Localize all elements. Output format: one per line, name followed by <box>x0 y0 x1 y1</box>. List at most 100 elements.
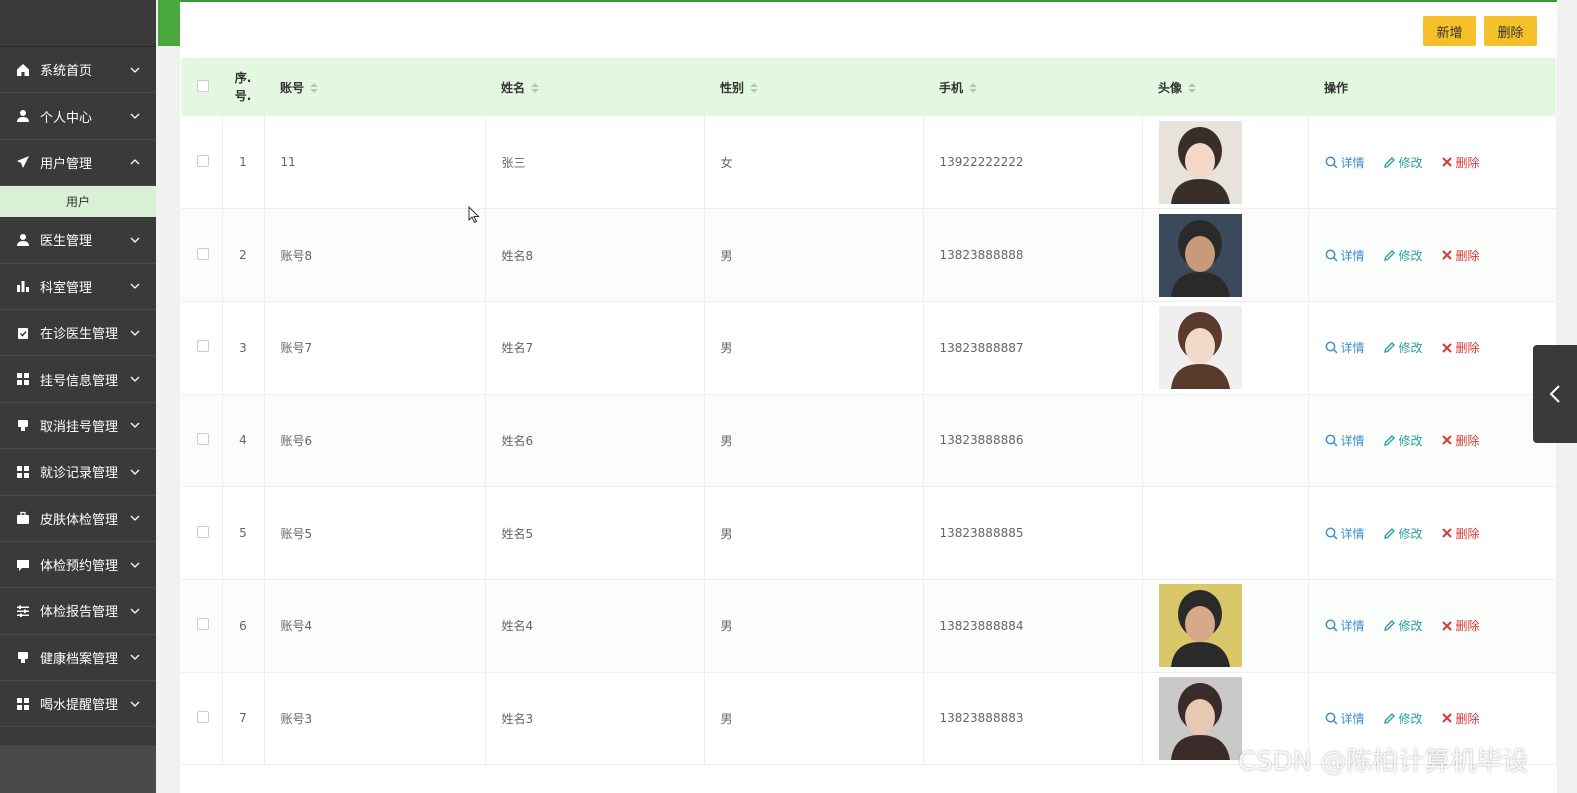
row-avatar-cell <box>1142 579 1309 673</box>
row-checkbox[interactable] <box>197 710 209 723</box>
header-account[interactable]: 账号 <box>264 58 485 116</box>
delete-button[interactable]: 删除 <box>1441 617 1480 634</box>
row-name: 姓名7 <box>485 301 705 395</box>
delete-button[interactable]: 删除 <box>1441 432 1480 449</box>
detail-button[interactable]: 详情 <box>1325 525 1365 542</box>
sidebar-item-8[interactable]: 就诊记录管理 <box>0 449 156 496</box>
row-checkbox[interactable] <box>197 525 209 538</box>
delete-label: 删除 <box>1455 433 1480 448</box>
close-icon <box>1441 157 1452 167</box>
edit-button[interactable]: 修改 <box>1383 339 1423 356</box>
row-index: 4 <box>222 394 265 488</box>
sidebar-item-9[interactable]: 皮肤体检管理 <box>0 496 156 542</box>
top-accent-bar <box>158 0 180 46</box>
detail-button[interactable]: 详情 <box>1325 154 1365 171</box>
header-name-label: 姓名 <box>501 80 526 95</box>
row-checkbox[interactable] <box>197 618 209 631</box>
avatar[interactable] <box>1158 120 1242 204</box>
row-actions: 详情 修改 删除 <box>1308 208 1557 302</box>
delete-button[interactable]: 删除 <box>1441 710 1480 727</box>
sidebar-item-6[interactable]: 挂号信息管理 <box>0 356 156 403</box>
header-phone-label: 手机 <box>939 80 964 95</box>
row-checkbox[interactable] <box>197 340 209 353</box>
chevron-down-icon <box>130 515 140 522</box>
row-index: 5 <box>222 486 265 580</box>
chevron-up-icon <box>130 159 140 165</box>
avatar[interactable] <box>1158 584 1242 668</box>
header-phone[interactable]: 手机 <box>923 58 1142 116</box>
edit-button[interactable]: 修改 <box>1383 247 1423 264</box>
sidebar-item-label: 体检报告管理 <box>40 605 119 621</box>
sidebar-item-2[interactable]: 用户管理 <box>0 140 156 187</box>
avatar[interactable] <box>1158 676 1242 760</box>
row-gender: 男 <box>704 394 924 488</box>
sidebar-item-label: 就诊记录管理 <box>40 466 119 482</box>
batch-delete-button[interactable]: 删除 <box>1484 16 1537 46</box>
header-name[interactable]: 姓名 <box>485 58 704 116</box>
sort-icon[interactable] <box>531 83 540 93</box>
user-icon <box>17 233 29 246</box>
sliders-icon <box>17 605 29 617</box>
detail-button[interactable]: 详情 <box>1325 710 1365 727</box>
collapse-panel-tab[interactable] <box>1533 345 1577 443</box>
row-actions: 详情 修改 删除 <box>1308 301 1557 395</box>
edit-button[interactable]: 修改 <box>1383 525 1423 542</box>
sort-icon[interactable] <box>1188 83 1197 93</box>
sidebar-item-7[interactable]: 取消挂号管理 <box>0 403 156 450</box>
delete-button[interactable]: 删除 <box>1441 525 1480 542</box>
row-checkbox[interactable] <box>197 247 209 260</box>
row-account: 账号7 <box>264 301 486 395</box>
detail-button[interactable]: 详情 <box>1325 247 1365 264</box>
grid-icon <box>17 373 29 386</box>
sidebar-item-1[interactable]: 个人中心 <box>0 93 156 140</box>
edit-button[interactable]: 修改 <box>1383 432 1423 449</box>
sidebar-item-3[interactable]: 医生管理 <box>0 217 156 264</box>
edit-label: 修改 <box>1398 341 1423 356</box>
pencil-icon <box>1383 527 1395 539</box>
pencil-icon <box>1383 712 1395 724</box>
row-index: 7 <box>222 672 265 766</box>
pencil-icon <box>1383 249 1395 261</box>
sort-icon[interactable] <box>969 83 978 93</box>
row-checkbox[interactable] <box>197 432 209 445</box>
delete-button[interactable]: 删除 <box>1441 247 1480 264</box>
search-icon <box>1325 712 1338 725</box>
sidebar-item-10[interactable]: 体检预约管理 <box>0 542 156 589</box>
pencil-icon <box>1383 434 1395 446</box>
sidebar-item-0[interactable]: 系统首页 <box>0 47 156 94</box>
avatar[interactable] <box>1158 213 1242 297</box>
header-avatar[interactable]: 头像 <box>1142 58 1308 116</box>
delete-button[interactable]: 删除 <box>1441 154 1480 171</box>
avatar[interactable] <box>1158 306 1242 390</box>
sort-icon[interactable] <box>750 83 759 93</box>
row-index: 3 <box>222 301 265 395</box>
row-checkbox[interactable] <box>197 154 209 167</box>
sort-icon[interactable] <box>310 83 319 93</box>
sidebar-item-12[interactable]: 健康档案管理 <box>0 635 156 682</box>
row-index: 2 <box>222 208 265 302</box>
delete-button[interactable]: 删除 <box>1441 339 1480 356</box>
edit-button[interactable]: 修改 <box>1383 154 1423 171</box>
chevron-down-icon <box>130 422 140 429</box>
edit-button[interactable]: 修改 <box>1383 617 1423 634</box>
sidebar-item-11[interactable]: 体检报告管理 <box>0 588 156 635</box>
select-all-header <box>181 58 222 116</box>
sidebar-item-13[interactable]: 喝水提醒管理 <box>0 681 156 728</box>
row-select-cell <box>181 301 223 395</box>
table-row: 5 账号5 姓名5 男 13823888885 详情 修改 删除 <box>181 486 1557 580</box>
sidebar-subitem-user[interactable]: 用户 <box>0 186 156 218</box>
bar-chart-icon <box>17 281 29 293</box>
row-gender: 男 <box>704 579 924 673</box>
edit-button[interactable]: 修改 <box>1383 710 1423 727</box>
header-gender[interactable]: 性别 <box>704 58 923 116</box>
sidebar-item-4[interactable]: 科室管理 <box>0 264 156 310</box>
select-all-checkbox[interactable] <box>197 79 209 92</box>
sidebar-item-label: 系统首页 <box>40 64 93 80</box>
row-avatar-cell <box>1142 301 1309 395</box>
row-select-cell <box>181 116 223 210</box>
detail-button[interactable]: 详情 <box>1325 432 1365 449</box>
add-button[interactable]: 新增 <box>1423 16 1476 46</box>
sidebar-item-5[interactable]: 在诊医生管理 <box>0 310 156 357</box>
detail-button[interactable]: 详情 <box>1325 617 1365 634</box>
detail-button[interactable]: 详情 <box>1325 339 1365 356</box>
